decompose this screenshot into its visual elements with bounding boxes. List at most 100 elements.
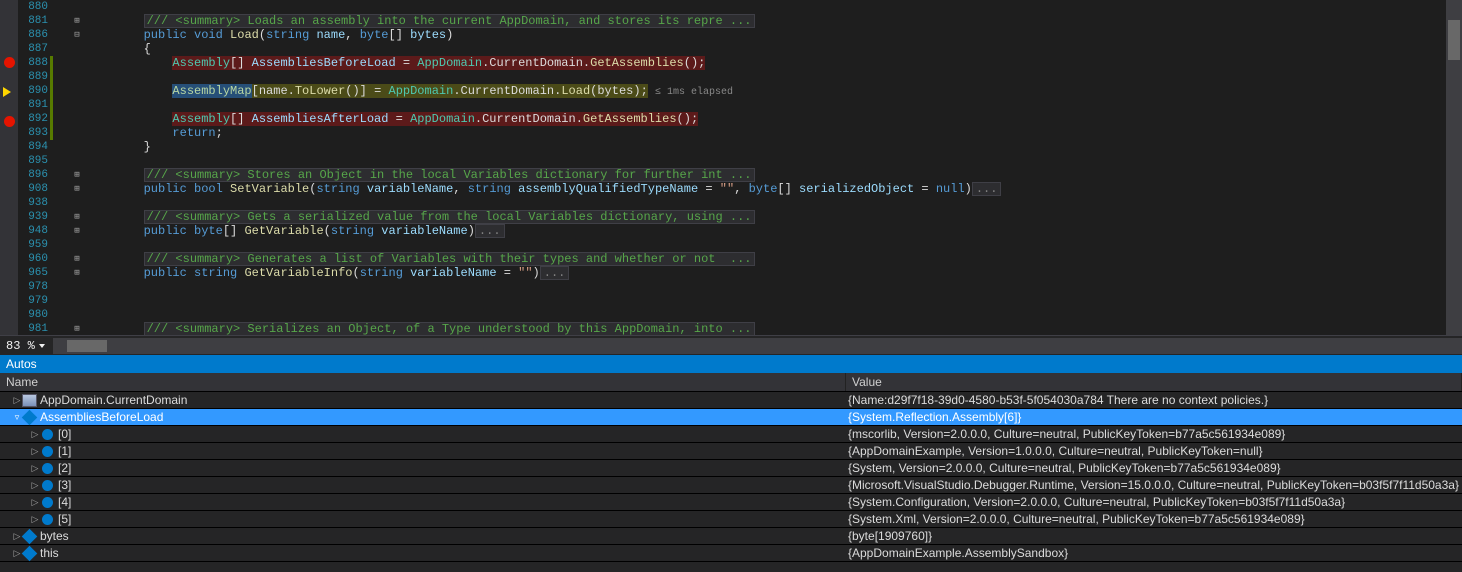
fold-toggle[interactable]: ⊞	[68, 252, 86, 266]
autos-row[interactable]: ▷bytes{byte[1909760]}	[0, 528, 1462, 545]
horizontal-scrollbar-thumb[interactable]	[67, 340, 107, 352]
autos-header: Name Value	[0, 373, 1462, 392]
autos-row[interactable]: ▷[0]{mscorlib, Version=2.0.0.0, Culture=…	[0, 426, 1462, 443]
autos-header-value[interactable]: Value	[846, 373, 1462, 391]
fold-toggle[interactable]: ⊞	[68, 182, 86, 196]
variable-value[interactable]: {byte[1909760]}	[846, 528, 1462, 544]
line-number: 960	[18, 252, 48, 266]
line-number: 886	[18, 28, 48, 42]
editor-bottom-bar: 83 %	[0, 335, 1462, 355]
variable-name: AssembliesBeforeLoad	[40, 409, 163, 426]
variable-name: this	[40, 545, 59, 562]
breakpoint-icon[interactable]	[4, 116, 15, 127]
obj-icon	[42, 497, 53, 508]
fold-toggle[interactable]: ⊞	[68, 224, 86, 238]
fold-toggle[interactable]: ⊞	[68, 168, 86, 182]
zoom-value: 83 %	[6, 339, 35, 353]
expander-icon[interactable]: ▷	[30, 477, 40, 494]
line-number: 881	[18, 14, 48, 28]
variable-value[interactable]: {System.Xml, Version=2.0.0.0, Culture=ne…	[846, 511, 1462, 527]
line-number: 981	[18, 322, 48, 336]
expander-icon[interactable]: ▷	[30, 511, 40, 528]
change-indicator-gutter	[50, 0, 68, 335]
expander-icon[interactable]: ▷	[30, 460, 40, 477]
variable-value[interactable]: {System.Configuration, Version=2.0.0.0, …	[846, 494, 1462, 510]
vertical-scrollbar-thumb[interactable]	[1448, 20, 1460, 60]
fold-gutter[interactable]: ⊞⊟⊞⊞⊞⊞⊞⊞⊞	[68, 0, 86, 335]
variable-value[interactable]: {Microsoft.VisualStudio.Debugger.Runtime…	[846, 477, 1462, 493]
collapsed-comment[interactable]: /// <summary> Generates a list of Variab…	[144, 252, 755, 266]
line-number: 938	[18, 196, 48, 210]
expander-icon[interactable]: ▷	[12, 392, 22, 409]
line-number: 939	[18, 210, 48, 224]
obj-icon	[42, 514, 53, 525]
obj-icon	[42, 429, 53, 440]
variable-value[interactable]: {System.Reflection.Assembly[6]}	[846, 409, 1462, 425]
collapsed-body[interactable]: ...	[540, 266, 570, 280]
expander-icon[interactable]: ▷	[30, 426, 40, 443]
line-number: 959	[18, 238, 48, 252]
autos-row[interactable]: ▷ [2] {System, Version=2.0.0.0, Culture=ne…	[0, 460, 1462, 477]
obj-icon	[42, 480, 53, 491]
vertical-scrollbar[interactable]	[1446, 0, 1462, 335]
current-line-arrow-icon	[3, 87, 11, 97]
line-number: 979	[18, 294, 48, 308]
variable-value[interactable]: {AppDomainExample, Version=1.0.0.0, Cult…	[846, 443, 1462, 459]
autos-body[interactable]: ▷AppDomain.CurrentDomain{Name:d29f7f18-3…	[0, 392, 1462, 572]
code-editor[interactable]: 8808818868878888898908918928938948958969…	[0, 0, 1462, 335]
autos-row[interactable]: ▷this{AppDomainExample.AssemblySandbox}	[0, 545, 1462, 562]
fold-toggle[interactable]: ⊞	[68, 14, 86, 28]
obj-icon	[42, 463, 53, 474]
collapsed-comment[interactable]: /// <summary> Gets a serialized value fr…	[144, 210, 755, 224]
code-area[interactable]: /// <summary> Loads an assembly into the…	[86, 0, 1462, 335]
line-number: 887	[18, 42, 48, 56]
line-number: 891	[18, 98, 48, 112]
perf-timing: ≤ 1ms elapsed	[655, 87, 733, 98]
line-number: 965	[18, 266, 48, 280]
line-number: 978	[18, 280, 48, 294]
autos-row[interactable]: ▷ [1] {AppDomainExample, Version=1.0.0.0, …	[0, 443, 1462, 460]
autos-row[interactable]: ▷AppDomain.CurrentDomain{Name:d29f7f18-3…	[0, 392, 1462, 409]
variable-name: [5]	[58, 511, 71, 528]
variable-value[interactable]: {mscorlib, Version=2.0.0.0, Culture=neut…	[846, 426, 1462, 442]
collapsed-body[interactable]: ...	[475, 224, 505, 238]
fold-toggle[interactable]: ⊞	[68, 210, 86, 224]
line-number: 896	[18, 168, 48, 182]
autos-row[interactable]: ▷ [5] {System.Xml, Version=2.0.0.0, Cultur…	[0, 511, 1462, 528]
line-number: 889	[18, 70, 48, 84]
variable-value[interactable]: {System, Version=2.0.0.0, Culture=neutra…	[846, 460, 1462, 476]
line-number: 908	[18, 182, 48, 196]
variable-name: [4]	[58, 494, 71, 511]
field-icon	[22, 529, 38, 545]
breakpoint-gutter[interactable]	[0, 0, 18, 335]
fold-toggle[interactable]: ⊟	[68, 28, 86, 42]
line-number: 892	[18, 112, 48, 126]
expander-icon[interactable]: ▷	[30, 443, 40, 460]
line-number: 880	[18, 0, 48, 14]
variable-value[interactable]: {Name:d29f7f18-39d0-4580-b53f-5f054030a7…	[846, 392, 1462, 408]
collapsed-comment[interactable]: /// <summary> Serializes an Object, of a…	[144, 322, 755, 336]
line-number: 894	[18, 140, 48, 154]
line-number: 890	[18, 84, 48, 98]
autos-row[interactable]: ▷ [3] {Microsoft.VisualStudio.Debugger.Run…	[0, 477, 1462, 494]
variable-name: [2]	[58, 460, 71, 477]
fold-toggle[interactable]: ⊞	[68, 266, 86, 280]
collapsed-comment[interactable]: /// <summary> Loads an assembly into the…	[144, 14, 755, 28]
expander-icon[interactable]: ▷	[30, 494, 40, 511]
collapsed-body[interactable]: ...	[972, 182, 1002, 196]
breakpoint-icon[interactable]	[4, 57, 15, 68]
variable-name: [3]	[58, 477, 71, 494]
autos-row[interactable]: ▿AssembliesBeforeLoad{System.Reflection.…	[0, 409, 1462, 426]
line-number: 980	[18, 308, 48, 322]
fold-toggle[interactable]: ⊞	[68, 322, 86, 336]
autos-header-name[interactable]: Name	[0, 373, 846, 391]
obj-icon	[42, 446, 53, 457]
autos-panel-title[interactable]: Autos	[0, 355, 1462, 373]
variable-value[interactable]: {AppDomainExample.AssemblySandbox}	[846, 545, 1462, 561]
collapsed-comment[interactable]: /// <summary> Stores an Object in the lo…	[144, 168, 755, 182]
field-icon	[22, 546, 38, 562]
autos-row[interactable]: ▷ [4] {System.Configuration, Version=2.0.0…	[0, 494, 1462, 511]
horizontal-scrollbar[interactable]	[53, 338, 1462, 354]
variable-name: [1]	[58, 443, 71, 460]
chevron-down-icon	[39, 344, 45, 348]
